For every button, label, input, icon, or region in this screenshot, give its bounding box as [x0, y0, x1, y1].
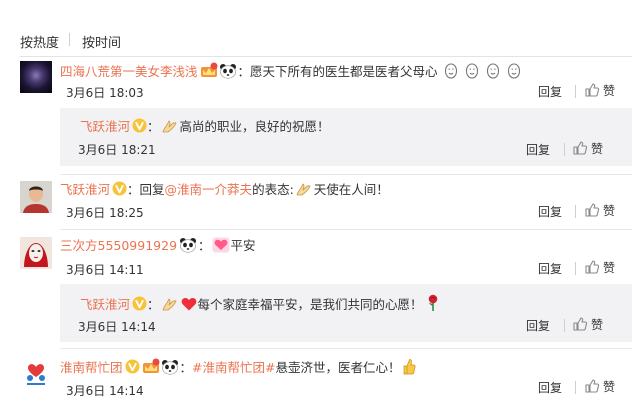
reply-text: 每个家庭幸福平安，是我们共同的心愿！	[197, 297, 423, 312]
crown-badge-icon	[142, 358, 160, 374]
heart-box-emoji-icon	[212, 237, 230, 253]
reply-button[interactable]: 回复	[526, 317, 550, 334]
praying-hands-emoji-icon	[161, 296, 179, 312]
comment-divider	[60, 229, 632, 230]
vip-v-badge-icon	[132, 118, 147, 133]
action-divider	[575, 85, 576, 98]
avatar-logo-image	[20, 355, 52, 387]
vip-v-badge-icon	[132, 296, 147, 311]
reply-button[interactable]: 回复	[526, 141, 550, 158]
thumbs-up-icon	[584, 202, 600, 218]
like-label: 赞	[591, 142, 604, 156]
action-divider	[564, 143, 565, 156]
sort-by-time-tab[interactable]: 按时间	[82, 32, 121, 51]
like-button[interactable]: 赞	[584, 202, 615, 219]
like-label: 赞	[603, 261, 616, 275]
sort-bar: 按热度 按时间	[0, 0, 640, 60]
avatar[interactable]	[20, 61, 52, 93]
comment-timestamp: 3月6日 14:14	[66, 384, 144, 398]
reply-button[interactable]: 回复	[538, 260, 562, 277]
reply-text: 高尚的职业，良好的祝愿！	[179, 119, 330, 134]
comment-text: 悬壶济世，医者仁心！	[275, 360, 401, 375]
like-button[interactable]: 赞	[584, 378, 615, 395]
like-button[interactable]: 赞	[572, 140, 603, 157]
panda-emoji-icon	[219, 63, 237, 79]
vip-v-badge-icon	[112, 181, 127, 196]
praying-hands-emoji-icon	[161, 118, 179, 134]
action-divider	[575, 205, 576, 218]
thumbs-up-icon	[584, 378, 600, 394]
panda-emoji-icon	[161, 359, 179, 375]
reply-prefix-text: 回复	[139, 182, 165, 197]
comment-timestamp: 3月6日 18:25	[66, 206, 144, 220]
commenter-name-link[interactable]: 淮南帮忙团	[60, 360, 123, 375]
crown-badge-icon	[200, 62, 218, 78]
commenter-name-link[interactable]: 飞跃淮河	[60, 182, 110, 197]
like-button[interactable]: 赞	[572, 316, 603, 333]
commenter-name-link[interactable]: 四海八荒第一美女李浅浅	[60, 64, 198, 79]
thumbs-up-icon	[572, 140, 588, 156]
reply-timestamp: 3月6日 18:21	[78, 143, 156, 157]
comment-text: 平安	[230, 238, 256, 253]
rose-emoji-icon	[426, 294, 440, 312]
comment-timestamp: 3月6日 18:03	[66, 86, 144, 100]
reply-body: 飞跃淮河：高尚的职业，良好的祝愿！	[80, 118, 330, 134]
like-label: 赞	[603, 84, 616, 98]
hug-emoji-icon	[486, 63, 500, 79]
thumbs-up-icon	[584, 259, 600, 275]
panda-emoji-icon	[179, 237, 197, 253]
reply-timestamp: 3月6日 14:14	[78, 320, 156, 334]
mention-link[interactable]: @淮南一介莽夫	[165, 182, 253, 197]
reply-box: 飞跃淮河：高尚的职业，良好的祝愿！ 3月6日 18:21 回复 赞	[60, 108, 632, 166]
vip-v-badge-icon	[125, 359, 140, 374]
comment-divider	[60, 348, 632, 349]
mention-suffix-text: 的表态:	[252, 182, 294, 197]
sort-bar-underline	[20, 56, 632, 57]
comment-text: 天使在人间！	[313, 182, 389, 197]
thumbs-up-icon	[572, 316, 588, 332]
commenter-name-link[interactable]: 三次方5550991929	[60, 238, 177, 253]
comment-divider	[60, 174, 632, 175]
avatar[interactable]	[20, 355, 52, 387]
comment-timestamp: 3月6日 14:11	[66, 263, 144, 277]
hug-emoji-icon	[444, 63, 458, 79]
reply-box: 飞跃淮河：每个家庭幸福平安，是我们共同的心愿！ 3月6日 14:14 回复 赞	[60, 284, 632, 342]
like-label: 赞	[603, 380, 616, 394]
sort-divider	[69, 33, 70, 46]
comment-body: 飞跃淮河 ：回复@淮南一介莽夫的表态: 天使在人间！	[60, 181, 389, 197]
sort-by-popularity-tab[interactable]: 按热度	[20, 32, 59, 51]
praying-hands-emoji-icon	[295, 181, 313, 197]
avatar[interactable]	[20, 181, 52, 213]
like-button[interactable]: 赞	[584, 82, 615, 99]
reply-button[interactable]: 回复	[538, 379, 562, 396]
hug-emoji-icon	[465, 63, 479, 79]
like-button[interactable]: 赞	[584, 259, 615, 276]
reply-button[interactable]: 回复	[538, 203, 562, 220]
reply-button[interactable]: 回复	[538, 83, 562, 100]
avatar-mask-image	[20, 237, 52, 269]
reply-body: 飞跃淮河：每个家庭幸福平安，是我们共同的心愿！	[80, 294, 441, 313]
replier-name-link[interactable]: 飞跃淮河	[80, 297, 130, 312]
heart-emoji-icon	[181, 296, 197, 312]
like-label: 赞	[591, 318, 604, 332]
replier-name-link[interactable]: 飞跃淮河	[80, 119, 130, 134]
thumbs-up-emoji-icon	[402, 357, 416, 375]
comment-body: 四海八荒第一美女李浅浅 ：愿天下所有的医生都是医者父母心	[60, 62, 522, 80]
hashtag-link[interactable]: #淮南帮忙团#	[192, 360, 275, 375]
action-divider	[575, 262, 576, 275]
action-divider	[564, 319, 565, 332]
comment-body: 淮南帮忙团 ：#淮南帮忙团#悬壶济世，医者仁心！	[60, 357, 417, 376]
avatar-person-image	[20, 181, 52, 213]
like-label: 赞	[603, 204, 616, 218]
action-divider	[575, 381, 576, 394]
comment-body: 三次方5550991929：平安	[60, 237, 256, 253]
avatar[interactable]	[20, 237, 52, 269]
thumbs-up-icon	[584, 82, 600, 98]
comment-text: 愿天下所有的医生都是医者父母心	[250, 64, 438, 79]
hug-emoji-icon	[507, 63, 521, 79]
